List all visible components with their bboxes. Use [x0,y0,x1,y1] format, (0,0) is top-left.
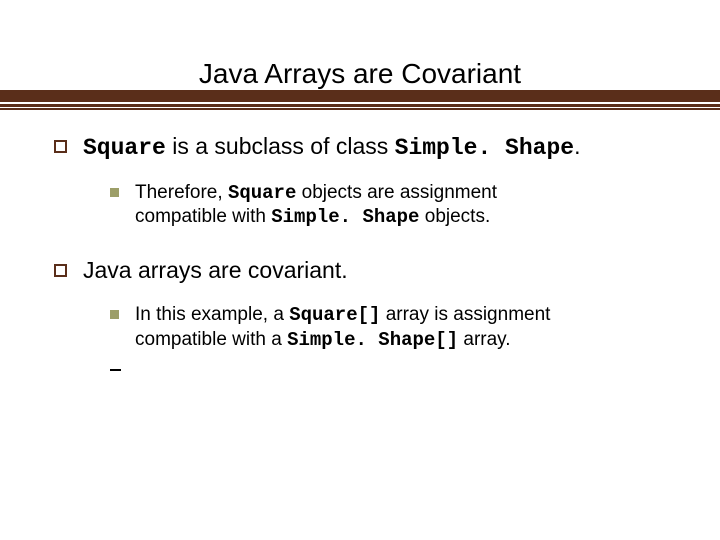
code-text: Square [228,182,296,204]
code-text: Simple. Shape [271,206,419,228]
square-bullet-icon [54,140,67,153]
text: . [574,133,580,159]
bullet-level1-a: Square is a subclass of class Simple. Sh… [54,132,666,163]
text: array. [458,329,510,350]
text: In this example, a [135,304,289,325]
text: objects. [419,206,490,227]
text-cursor-icon [110,369,121,371]
code-text: Simple. Shape [395,135,574,161]
code-text: Square [83,135,166,161]
bullet-level2-a: Therefore, Square objects are assignment… [110,181,666,230]
square-bullet-icon [54,264,67,277]
text: Therefore, [135,182,228,203]
top-decor-bars [0,90,720,107]
text: Java arrays are covariant. [83,256,348,285]
text: is a subclass of class [166,133,395,159]
filled-square-bullet-icon [110,188,119,197]
code-text: Square[] [289,304,380,326]
filled-square-bullet-icon [110,310,119,319]
title-underline [0,108,720,110]
slide-content: Square is a subclass of class Simple. Sh… [0,132,720,376]
bullet-level1-b: Java arrays are covariant. [54,256,666,285]
bullet-level2-b: In this example, a Square[] array is ass… [110,303,666,352]
slide-title: Java Arrays are Covariant [0,58,720,90]
code-text: Simple. Shape[] [287,329,458,351]
